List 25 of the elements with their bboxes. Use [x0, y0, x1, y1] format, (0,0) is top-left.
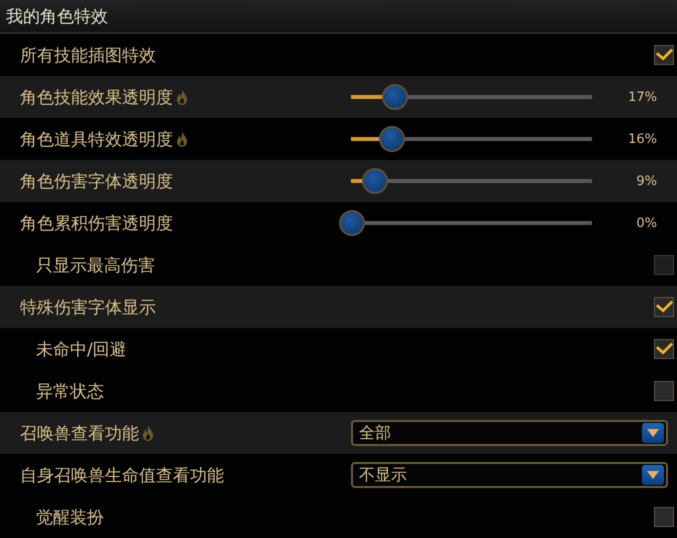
setting-label: 召唤兽查看功能: [20, 422, 139, 444]
setting-label: 角色伤害字体透明度: [20, 170, 173, 192]
setting-label: 异常状态: [36, 380, 104, 402]
checkbox[interactable]: [654, 297, 674, 317]
setting-label: 自身召唤兽生命值查看功能: [20, 464, 224, 486]
percent-value: 17%: [628, 90, 657, 104]
setting-label: 特殊伤害字体显示: [20, 296, 156, 318]
setting-label: 只显示最高伤害: [36, 254, 155, 276]
setting-label: 觉醒装扮: [36, 506, 104, 528]
panel-title: 我的角色特效: [6, 6, 108, 28]
percent-value: 0%: [636, 216, 657, 230]
percent-value: 16%: [628, 132, 657, 146]
checkbox[interactable]: [654, 339, 674, 359]
setting-label: 角色道具特效透明度: [20, 128, 173, 150]
setting-label: 角色技能效果透明度: [20, 86, 173, 108]
checkbox[interactable]: [654, 45, 674, 65]
dropdown[interactable]: 不显示: [351, 462, 668, 488]
checkbox[interactable]: [654, 507, 674, 527]
setting-label: 未命中/回避: [36, 338, 127, 360]
setting-label: 所有技能插图特效: [20, 44, 156, 66]
dropdown[interactable]: 全部: [351, 420, 668, 446]
checkbox[interactable]: [654, 381, 674, 401]
setting-label: 角色累积伤害透明度: [20, 212, 173, 234]
slider[interactable]: [339, 210, 592, 236]
percent-value: 9%: [636, 174, 657, 188]
